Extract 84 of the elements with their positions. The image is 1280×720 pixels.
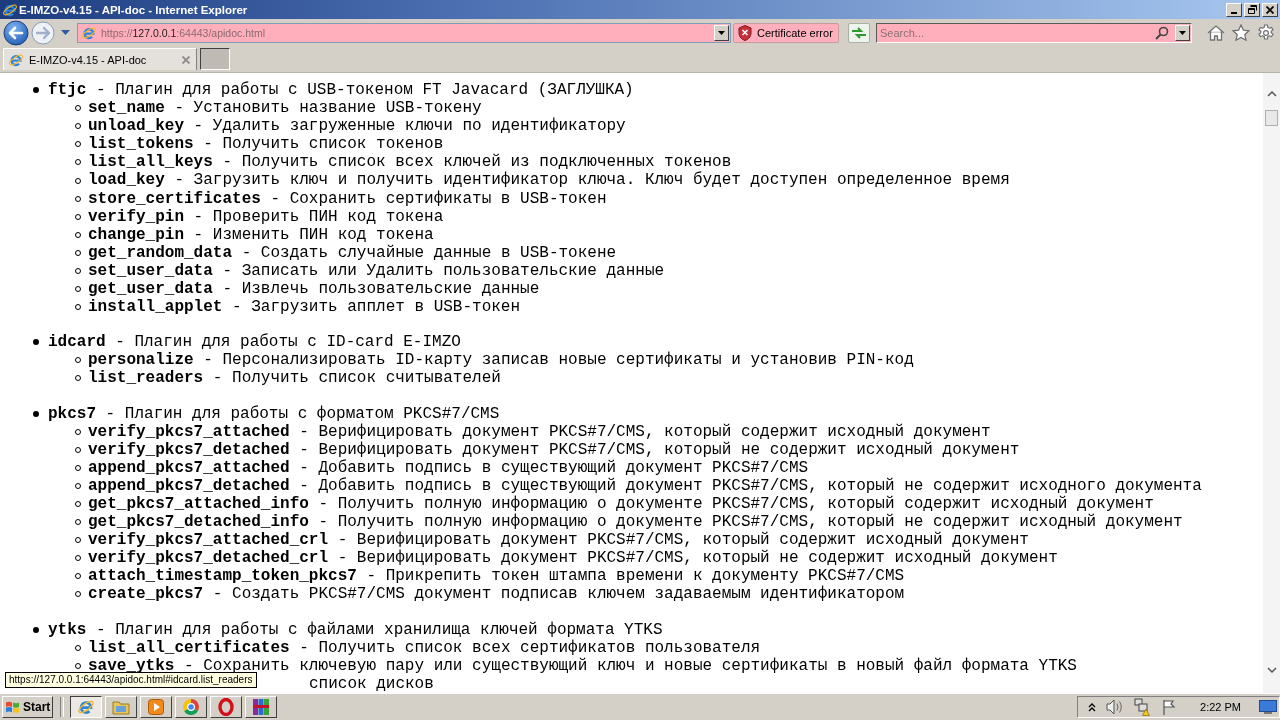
- method-entry: list_readers - Получить список считывателей: [88, 369, 501, 388]
- star-icon: [1232, 24, 1250, 41]
- folder-icon: [112, 699, 130, 715]
- tri-color-circle-icon: [183, 699, 199, 715]
- certificate-error-button[interactable]: Certificate error: [733, 22, 839, 43]
- start-button[interactable]: Start: [2, 696, 53, 718]
- method-entry: change_pin - Изменить ПИН код токена: [88, 225, 434, 244]
- method-entry: unload_key - Удалить загруженные ключи по идентификатору: [88, 117, 626, 136]
- network-warning-icon[interactable]: [1134, 698, 1153, 716]
- plugin-entry: ftjc - Плагин для работы с USB-токеном FT Javacard (ЗАГЛУШКА): [48, 81, 634, 100]
- plugin-entry: idcard - Плагин для работы с ID-card E-IMZO: [48, 333, 461, 352]
- method-entry: get_random_data - Создать случайные данные в USB-токене: [88, 243, 617, 262]
- browser-tab[interactable]: E-IMZO-v4.15 - API-doc: [3, 48, 197, 70]
- method-entry: get_pkcs7_attached_info - Получить полную информацию о документе PKCS#7/CMS, который содержит исходный документ: [88, 494, 1154, 513]
- method-entry: get_pkcs7_detached_info - Получить полную информацию о документе PKCS#7/CMS, который не содержит исходный документ: [88, 513, 1183, 532]
- method-entry: verify_pkcs7_detached_crl - Верифицировать документ PKCS#7/CMS, который не содержит исходный документ: [88, 549, 1058, 568]
- back-button[interactable]: [3, 19, 29, 46]
- close-icon: [1266, 5, 1274, 14]
- method-entry: load_key - Загрузить ключ и получить идентификатор ключа. Ключ будет доступен определенное время: [88, 171, 1010, 190]
- bullet-icon: [33, 339, 39, 346]
- method-entry: personalize - Персонализировать ID-карту записав новые сертификаты и установив PIN-код: [88, 351, 914, 370]
- method-entry: create_pkcs7 - Создать PKCS#7/CMS документ подписав ключем задаваемым идентификатором: [88, 585, 905, 604]
- method-entry: verify_pin - Проверить ПИН код токена: [88, 207, 444, 226]
- caret-icon: [60, 30, 70, 35]
- settings-button[interactable]: [1256, 22, 1276, 43]
- method-entry: set_name - Установить название USB-токену: [88, 99, 482, 118]
- taskbar-button[interactable]: [70, 696, 102, 718]
- close-button[interactable]: [1262, 2, 1278, 17]
- scrollbar-thumb[interactable]: [1265, 110, 1278, 126]
- stacked-books-icon: [252, 698, 270, 716]
- minimize-icon: [1231, 11, 1237, 14]
- shield-error-icon: [738, 24, 752, 41]
- plugin-entry: pkcs7 - Плагин для работы с форматом PKCS#7/CMS: [48, 404, 500, 423]
- history-dropdown-button[interactable]: [59, 27, 71, 38]
- gear-icon: [1257, 23, 1275, 42]
- search-dropdown-button[interactable]: [1175, 24, 1190, 41]
- favorites-button[interactable]: [1231, 22, 1251, 43]
- clock[interactable]: 2:22 PM: [1200, 701, 1241, 713]
- method-entry: list_all_certificates - Получить список всех сертификатов пользователя: [88, 638, 761, 657]
- method-entry: set_user_data - Записать или Удалить пользовательские данные: [88, 261, 665, 281]
- search-icon[interactable]: [1155, 25, 1169, 40]
- chevron-down-icon[interactable]: [1266, 667, 1277, 673]
- chevron-up-icon[interactable]: [1266, 91, 1277, 97]
- chevron-up-icon[interactable]: [1088, 702, 1097, 712]
- bullet-icon: [33, 626, 39, 633]
- method-entry: list_tokens - Получить список токенов: [88, 135, 444, 154]
- refresh-button[interactable]: [848, 22, 870, 43]
- method-entry: install_applet - Загрузить апплет в USB-токен: [88, 298, 521, 317]
- method-entry: save_ytks - Сохранить ключевую пару или существующий ключ и новые сертификаты в новый файл формата YTKS: [88, 656, 1077, 675]
- method-entry: append_pkcs7_detached - Добавить подпись в существующий документ PKCS#7/CMS, который не содержит исходного документа: [88, 476, 1202, 495]
- method-entry: get_user_data - Извлечь пользовательские данные: [88, 280, 540, 299]
- caret-icon: [718, 30, 725, 35]
- bullet-icon: [33, 410, 39, 417]
- method-entry: список дисков: [309, 674, 434, 693]
- browser-icon: [77, 698, 95, 716]
- search-field[interactable]: Search...: [877, 24, 1149, 41]
- address-field[interactable]: https://127.0.0.1:64443/apidoc.html: [77, 22, 731, 43]
- restore-button[interactable]: [1244, 2, 1260, 17]
- method-entry: verify_pkcs7_attached_crl - Верифицировать документ PKCS#7/CMS, который содержит исходный документ: [88, 531, 1029, 550]
- ring-icon: [218, 698, 234, 716]
- scrollbar-track[interactable]: [1263, 73, 1280, 693]
- method-entry: verify_pkcs7_attached - Верифицировать документ PKCS#7/CMS, который содержит исходный документ: [88, 422, 991, 441]
- method-entry: attach_timestamp_token_pkcs7 - Прикрепить токен штампа времени к документу PKCS#7/CMS: [88, 567, 905, 586]
- home-icon: [1207, 24, 1225, 41]
- desktop-icon[interactable]: [1259, 699, 1277, 715]
- windows-flag-icon: [5, 700, 21, 714]
- close-icon[interactable]: [182, 55, 190, 64]
- method-entry: append_pkcs7_attached - Добавить подпись в существующий документ PKCS#7/CMS: [88, 458, 809, 477]
- new-tab-button[interactable]: [200, 48, 230, 70]
- bullet-icon: [33, 87, 39, 94]
- minimize-button[interactable]: [1226, 2, 1242, 17]
- method-entry: store_certificates - Сохранить сертификаты в USB-токен: [88, 189, 607, 208]
- method-entry: verify_pkcs7_detached - Верифицировать документ PKCS#7/CMS, который не содержит исходный документ: [88, 440, 1020, 459]
- speaker-icon[interactable]: [1106, 699, 1125, 715]
- status-tooltip: https://127.0.0.1:64443/apidoc.html#idcard.list_readers: [5, 672, 257, 688]
- method-entry: list_all_keys - Получить список всех ключей из подключенных токенов: [88, 153, 732, 172]
- window-title: E-IMZO-v4.15 - API-doc - Internet Explorer: [19, 3, 248, 16]
- address-dropdown-button[interactable]: [714, 24, 729, 41]
- plugin-entry: ytks - Плагин для работы с файлами хранилища ключей формата YTKS: [48, 620, 663, 639]
- search-bar[interactable]: Search...: [876, 22, 1192, 43]
- refresh-arrows-icon: [851, 25, 867, 40]
- caret-icon: [1179, 30, 1186, 35]
- restore-icon: [1247, 5, 1257, 14]
- play-icon: [148, 699, 164, 715]
